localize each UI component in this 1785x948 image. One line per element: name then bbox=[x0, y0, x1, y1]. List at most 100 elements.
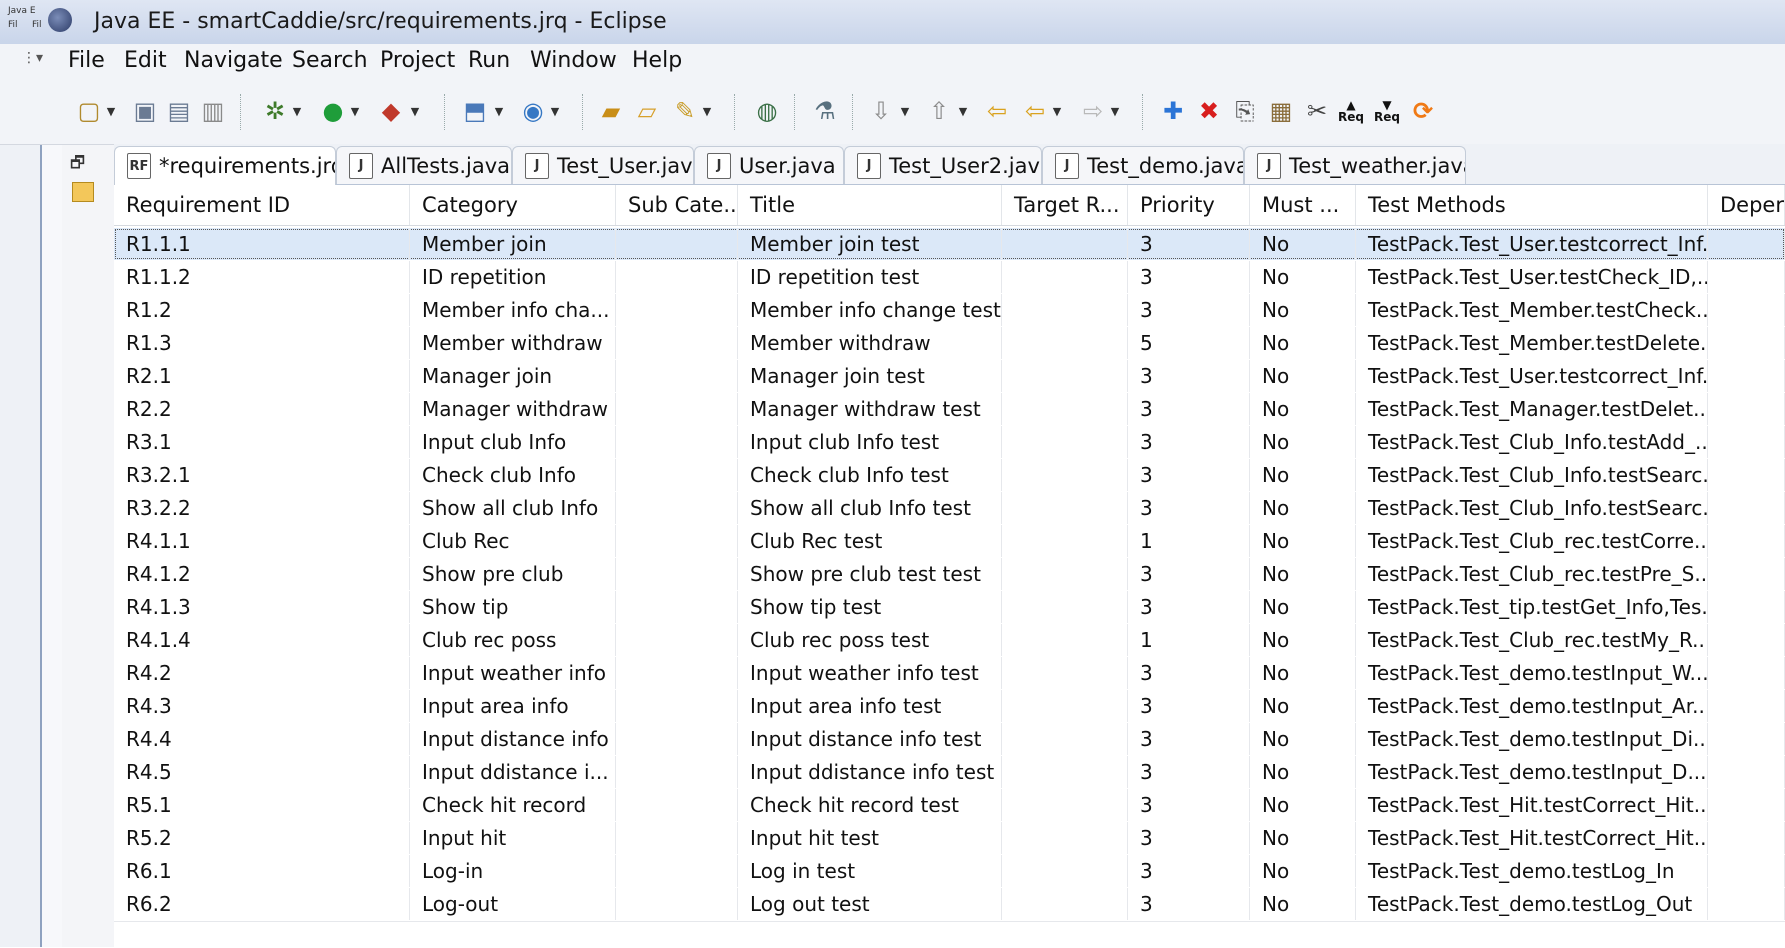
category-cell[interactable]: Log-in bbox=[410, 855, 616, 887]
category-cell[interactable]: Input ddistance i... bbox=[410, 756, 616, 788]
requirement-id-cell[interactable]: R1.1.2 bbox=[114, 261, 410, 293]
target-release-cell[interactable] bbox=[1002, 327, 1128, 359]
requirement-id-cell[interactable]: R4.1.4 bbox=[114, 624, 410, 656]
priority-cell[interactable]: 3 bbox=[1128, 492, 1250, 524]
priority-cell[interactable]: 3 bbox=[1128, 228, 1250, 260]
requirement-id-cell[interactable]: R3.2.1 bbox=[114, 459, 410, 491]
table-row[interactable]: R2.1 Manager join Manager join test 3 No Test… bbox=[114, 360, 1785, 392]
test-methods-cell[interactable]: TestPack.Test_User.testCheck_ID,... bbox=[1356, 261, 1708, 293]
restore-icon[interactable]: 🗗 bbox=[70, 152, 85, 179]
forward-icon[interactable]: ⇨ bbox=[1078, 96, 1108, 126]
sub-category-cell[interactable] bbox=[616, 426, 738, 458]
target-release-cell[interactable] bbox=[1002, 657, 1128, 689]
target-release-cell[interactable] bbox=[1002, 459, 1128, 491]
dependencies-cell[interactable] bbox=[1708, 756, 1785, 788]
dependencies-cell[interactable] bbox=[1708, 855, 1785, 887]
outline-strip[interactable] bbox=[40, 80, 98, 947]
title-cell[interactable]: Manager join test bbox=[738, 360, 1002, 392]
category-cell[interactable]: Manager join bbox=[410, 360, 616, 392]
menu-window[interactable]: Window bbox=[530, 48, 617, 73]
must-cell[interactable]: No bbox=[1250, 525, 1356, 557]
title-cell[interactable]: Input ddistance info test bbox=[738, 756, 1002, 788]
sub-category-cell[interactable] bbox=[616, 459, 738, 491]
title-cell[interactable]: Club Rec test bbox=[738, 525, 1002, 557]
priority-cell[interactable]: 3 bbox=[1128, 261, 1250, 293]
globe-icon[interactable]: ◍ bbox=[752, 96, 782, 126]
sub-category-cell[interactable] bbox=[616, 525, 738, 557]
sub-category-cell[interactable] bbox=[616, 624, 738, 656]
prev-annotation-icon[interactable]: ⇧ bbox=[924, 96, 954, 126]
target-release-cell[interactable] bbox=[1002, 888, 1128, 920]
test-methods-cell[interactable]: TestPack.Test_demo.testInput_D... bbox=[1356, 756, 1708, 788]
must-cell[interactable]: No bbox=[1250, 426, 1356, 458]
test-methods-cell[interactable]: TestPack.Test_User.testcorrect_Inf... bbox=[1356, 360, 1708, 392]
requirement-id-cell[interactable]: R4.4 bbox=[114, 723, 410, 755]
dependencies-cell[interactable] bbox=[1708, 294, 1785, 326]
category-cell[interactable]: Input hit bbox=[410, 822, 616, 854]
test-methods-cell[interactable]: TestPack.Test_Member.testCheck... bbox=[1356, 294, 1708, 326]
title-cell[interactable]: Show pre club test test bbox=[738, 558, 1002, 590]
must-cell[interactable]: No bbox=[1250, 624, 1356, 656]
test-methods-cell[interactable]: TestPack.Test_tip.testGet_Info,Tes... bbox=[1356, 591, 1708, 623]
dependencies-cell[interactable] bbox=[1708, 690, 1785, 722]
table-row[interactable]: R4.3 Input area info Input area info test 3… bbox=[114, 690, 1785, 722]
must-cell[interactable]: No bbox=[1250, 228, 1356, 260]
menu-edit[interactable]: Edit bbox=[124, 48, 167, 73]
category-cell[interactable]: Club Rec bbox=[410, 525, 616, 557]
test-methods-cell[interactable]: TestPack.Test_Club_rec.testPre_S... bbox=[1356, 558, 1708, 590]
dependencies-cell[interactable] bbox=[1708, 624, 1785, 656]
add-requirement-icon[interactable]: ✚ bbox=[1158, 96, 1188, 126]
table-row[interactable]: R5.2 Input hit Input hit test 3 No TestPack.T… bbox=[114, 822, 1785, 854]
menu-run[interactable]: Run bbox=[468, 48, 510, 73]
target-release-cell[interactable] bbox=[1002, 294, 1128, 326]
table-row[interactable]: R4.1.4 Club rec poss Club rec poss test 1 No… bbox=[114, 624, 1785, 656]
tab-test-user[interactable]: J Test_User.java bbox=[512, 146, 694, 184]
must-cell[interactable]: No bbox=[1250, 459, 1356, 491]
col-title-header[interactable]: Title bbox=[738, 185, 1002, 225]
table-row[interactable]: R2.2 Manager withdraw Manager withdraw tes… bbox=[114, 393, 1785, 425]
title-cell[interactable]: Member join test bbox=[738, 228, 1002, 260]
target-release-cell[interactable] bbox=[1002, 855, 1128, 887]
category-cell[interactable]: Input area info bbox=[410, 690, 616, 722]
col-priority-header[interactable]: Priority bbox=[1128, 185, 1250, 225]
sub-category-cell[interactable] bbox=[616, 393, 738, 425]
target-release-cell[interactable] bbox=[1002, 261, 1128, 293]
dependencies-cell[interactable] bbox=[1708, 228, 1785, 260]
must-cell[interactable]: No bbox=[1250, 723, 1356, 755]
category-cell[interactable]: ID repetition bbox=[410, 261, 616, 293]
run-icon[interactable]: ● bbox=[318, 96, 348, 126]
requirement-id-cell[interactable]: R1.2 bbox=[114, 294, 410, 326]
category-cell[interactable]: Input weather info bbox=[410, 657, 616, 689]
search-dropdown-icon[interactable]: ▼ bbox=[700, 96, 714, 126]
priority-cell[interactable]: 3 bbox=[1128, 855, 1250, 887]
requirement-id-cell[interactable]: R5.1 bbox=[114, 789, 410, 821]
table-row[interactable]: R4.5 Input ddistance i... Input ddistance … bbox=[114, 756, 1785, 788]
dependencies-cell[interactable] bbox=[1708, 591, 1785, 623]
new-file-icon[interactable]: ▢ bbox=[74, 96, 104, 126]
target-release-cell[interactable] bbox=[1002, 558, 1128, 590]
title-cell[interactable]: Input distance info test bbox=[738, 723, 1002, 755]
title-cell[interactable]: Check hit record test bbox=[738, 789, 1002, 821]
new-project-icon[interactable]: ⬒ bbox=[460, 96, 490, 126]
col-dependencies-header[interactable]: Deper bbox=[1708, 185, 1785, 225]
sub-category-cell[interactable] bbox=[616, 294, 738, 326]
category-cell[interactable]: Member withdraw bbox=[410, 327, 616, 359]
sub-category-cell[interactable] bbox=[616, 327, 738, 359]
table-row[interactable]: R5.1 Check hit record Check hit record tes… bbox=[114, 789, 1785, 821]
category-cell[interactable]: Input club Info bbox=[410, 426, 616, 458]
sub-category-cell[interactable] bbox=[616, 360, 738, 392]
priority-cell[interactable]: 1 bbox=[1128, 624, 1250, 656]
dependencies-cell[interactable] bbox=[1708, 393, 1785, 425]
table-row[interactable]: R6.1 Log-in Log in test 3 No TestPack.Test_de… bbox=[114, 855, 1785, 887]
priority-cell[interactable]: 3 bbox=[1128, 558, 1250, 590]
tab-test-demo[interactable]: J Test_demo.java bbox=[1042, 146, 1244, 184]
dependencies-cell[interactable] bbox=[1708, 657, 1785, 689]
title-cell[interactable]: Log in test bbox=[738, 855, 1002, 887]
category-cell[interactable]: Club rec poss bbox=[410, 624, 616, 656]
target-release-cell[interactable] bbox=[1002, 690, 1128, 722]
dependencies-cell[interactable] bbox=[1708, 492, 1785, 524]
requirement-id-cell[interactable]: R3.2.2 bbox=[114, 492, 410, 524]
category-cell[interactable]: Member join bbox=[410, 228, 616, 260]
must-cell[interactable]: No bbox=[1250, 558, 1356, 590]
priority-cell[interactable]: 3 bbox=[1128, 822, 1250, 854]
